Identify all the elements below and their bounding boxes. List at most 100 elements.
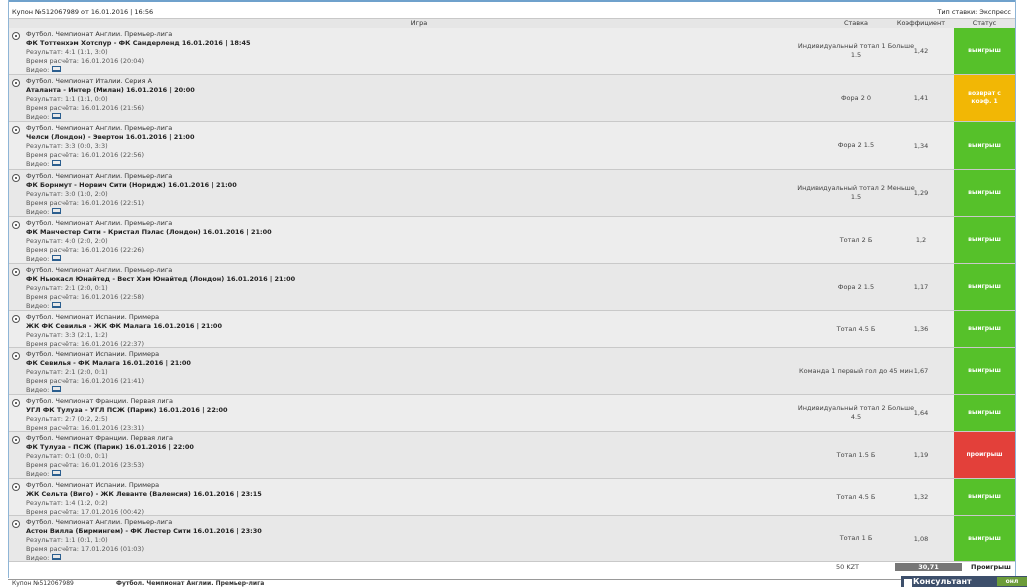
game-info: Футбол. Чемпионат Англии. Премьер-лига ФК… [26, 172, 237, 217]
football-icon [12, 483, 20, 491]
match-name: ФК Ньюкасл Юнайтед - Вест Хэм Юнайтед (Л… [26, 275, 296, 283]
football-icon [12, 352, 20, 360]
game-info: Футбол. Чемпионат Италии. Серия А Аталант… [26, 77, 195, 122]
stake-amount: 50 KZT [836, 563, 860, 571]
calc-time: Время расчёта: 16.01.2016 (22:56) [26, 151, 145, 159]
coef-cell: 1,32 [913, 493, 929, 501]
online-badge: онл [997, 577, 1027, 586]
match-result: Результат: 4:1 (1:1, 3:0) [26, 48, 108, 56]
coef-cell: 1,17 [913, 283, 929, 291]
league-name: Футбол. Чемпионат Испании. Примера [26, 481, 160, 489]
calc-time: Время расчёта: 16.01.2016 (23:53) [26, 461, 145, 469]
monitor-icon[interactable] [52, 302, 62, 308]
bet-row: Футбол. Чемпионат Италии. Серия А Аталант… [9, 75, 1015, 122]
video-label: Видео: [26, 113, 50, 121]
status-badge: возврат с коэф. 1 [954, 75, 1015, 121]
league-name: Футбол. Чемпионат Англии. Премьер-лига [26, 266, 173, 274]
video-label: Видео: [26, 208, 50, 216]
video-row: Видео: [26, 470, 194, 479]
coef-cell: 1,64 [913, 409, 929, 417]
match-name: Астон Вилла (Бирмингем) - ФК Лестер Сити… [26, 527, 262, 535]
game-info: Футбол. Чемпионат Испании. Примера ФК Сев… [26, 350, 191, 395]
bet-row: Футбол. Чемпионат Испании. Примера ЖК ФК … [9, 311, 1015, 357]
game-info: Футбол. Чемпионат Англии. Премьер-лига Че… [26, 124, 194, 169]
calc-time: Время расчёта: 16.01.2016 (22:51) [26, 199, 145, 207]
video-label: Видео: [26, 554, 50, 562]
video-row: Видео: [26, 386, 191, 395]
match-name: ФК Тулуза - ПСЖ (Парик) 16.01.2016 | 22:… [26, 443, 194, 451]
league-name: Футбол. Чемпионат Англии. Премьер-лига [26, 30, 173, 38]
football-icon [12, 268, 20, 276]
status-badge: выигрыш [954, 264, 1015, 310]
status-badge: выигрыш [954, 516, 1015, 561]
status-badge: выигрыш [954, 311, 1015, 347]
coef-cell: 1,41 [913, 94, 929, 102]
game-info: Футбол. Чемпионат Англии. Премьер-лига ФК… [26, 30, 251, 75]
match-result: Результат: 0:1 (0:0, 0:1) [26, 452, 108, 460]
bet-type: Тип ставки: Экспресс [937, 8, 1011, 16]
status-badge: выигрыш [954, 348, 1015, 394]
football-icon [12, 520, 20, 528]
monitor-icon[interactable] [52, 554, 62, 560]
bet-row: Футбол. Чемпионат Англии. Премьер-лига ФК… [9, 170, 1015, 217]
status-badge: выигрыш [954, 479, 1015, 515]
match-name: Челси (Лондон) - Эвертон 16.01.2016 | 21… [26, 133, 195, 141]
video-row: Видео: [26, 66, 251, 75]
bet-row: Футбол. Чемпионат Англии. Премьер-лига Че… [9, 122, 1015, 170]
match-result: Результат: 3:0 (1:0, 2:0) [26, 190, 108, 198]
bet-row: Футбол. Чемпионат Англии. Премьер-лига Ас… [9, 516, 1015, 562]
coef-cell: 1,42 [913, 47, 929, 55]
monitor-icon[interactable] [52, 160, 62, 166]
chat-icon [904, 579, 912, 587]
status-badge: проигрыш [954, 432, 1015, 478]
game-info: Футбол. Чемпионат Англии. Премьер-лига ФК… [26, 266, 295, 311]
match-name: УГЛ ФК Тулуза - УГЛ ПСЖ (Парик) 16.01.20… [26, 406, 228, 414]
match-name: ЖК ФК Севилья - ЖК ФК Малага 16.01.2016 … [26, 322, 222, 330]
monitor-icon[interactable] [52, 255, 62, 261]
calc-time: Время расчёта: 17.01.2016 (01:03) [26, 545, 145, 553]
match-result: Результат: 1:1 (1:1, 0:0) [26, 95, 108, 103]
bet-row: Футбол. Чемпионат Испании. Примера ЖК Сел… [9, 479, 1015, 525]
bet-row: Футбол. Чемпионат Испании. Примера ФК Сев… [9, 348, 1015, 395]
consultant-button[interactable]: Консультант онл [901, 576, 1027, 587]
league-name: Футбол. Чемпионат Франции. Первая лига [26, 397, 173, 405]
video-row: Видео: [26, 208, 237, 217]
top-border [9, 0, 1015, 2]
video-label: Видео: [26, 302, 50, 310]
football-icon [12, 436, 20, 444]
match-result: Результат: 4:0 (2:0, 2:0) [26, 237, 108, 245]
calc-time: Время расчёта: 16.01.2016 (20:04) [26, 57, 145, 65]
coef-cell: 1,19 [913, 451, 929, 459]
match-result: Результат: 3:3 (2:1, 1:2) [26, 331, 108, 339]
match-result: Результат: 3:3 (0:0, 3:3) [26, 142, 108, 150]
monitor-icon[interactable] [52, 208, 62, 214]
coef-cell: 1,08 [913, 534, 929, 543]
consultant-label: Консультант [913, 577, 972, 586]
football-icon [12, 79, 20, 87]
match-name: ФК Манчестер Сити - Кристал Пэлас (Лондо… [26, 228, 272, 236]
league-name: Футбол. Чемпионат Испании. Примера [26, 350, 160, 358]
monitor-icon[interactable] [52, 470, 62, 476]
video-row: Видео: [26, 302, 295, 311]
monitor-icon[interactable] [52, 386, 62, 392]
football-icon [12, 174, 20, 182]
bet-row: Футбол. Чемпионат Англии. Премьер-лига ФК… [9, 264, 1015, 311]
league-name: Футбол. Чемпионат Англии. Премьер-лига [26, 124, 173, 132]
status-badge: выигрыш [954, 122, 1015, 169]
match-result: Результат: 1:4 (1:2, 0:2) [26, 499, 108, 507]
coef-cell: 1,2 [915, 236, 927, 244]
coupon-header: Купон №512067989 от 16.01.2016 | 16:56 Т… [9, 7, 1015, 18]
match-result: Результат: 2:7 (0:2, 2:5) [26, 415, 108, 423]
monitor-icon[interactable] [52, 66, 62, 72]
coef-cell: 1,36 [913, 325, 929, 333]
monitor-icon[interactable] [52, 113, 62, 119]
game-info: Футбол. Чемпионат Англии. Премьер-лига ФК… [26, 219, 272, 264]
calc-time: Время расчёта: 16.01.2016 (22:58) [26, 293, 145, 301]
game-info: Футбол. Чемпионат Франции. Первая лига ФК… [26, 434, 194, 479]
football-icon [12, 32, 20, 40]
match-name: ФК Борнмут - Норвич Сити (Норидж) 16.01.… [26, 181, 237, 189]
game-info: Футбол. Чемпионат Англии. Премьер-лига Ас… [26, 518, 262, 563]
football-icon [12, 221, 20, 229]
total-coefficient: 30,71 [895, 563, 962, 571]
video-label: Видео: [26, 66, 50, 74]
